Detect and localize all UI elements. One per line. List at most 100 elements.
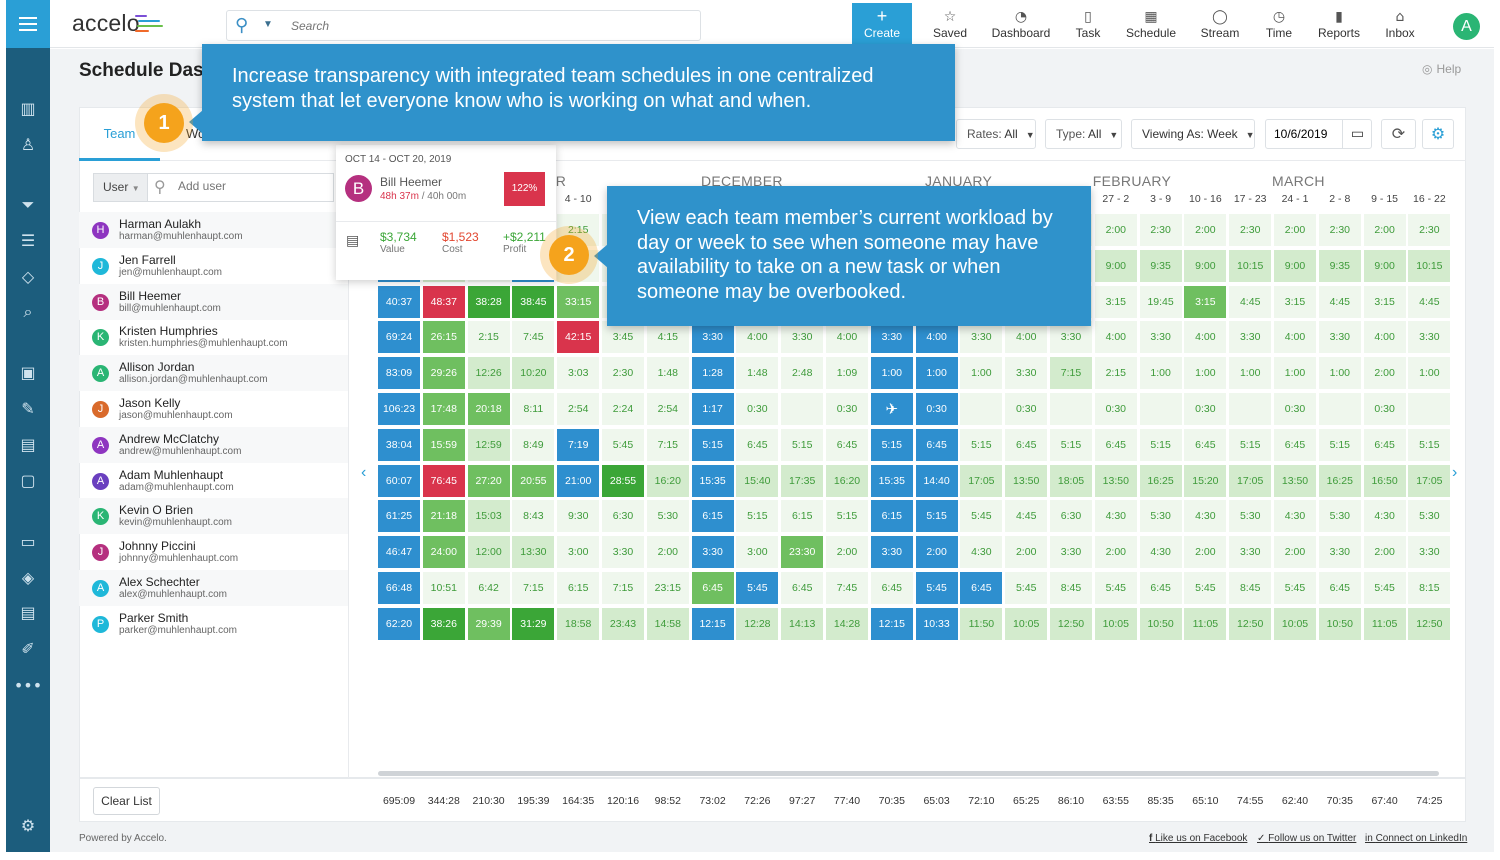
schedule-cell[interactable]: 2:00 (1184, 536, 1227, 569)
schedule-cell[interactable]: 0:30 (1184, 393, 1227, 425)
schedule-cell[interactable]: 3:30 (1229, 536, 1272, 569)
schedule-cell[interactable]: 10:05 (1274, 607, 1316, 640)
schedule-cell[interactable]: 6:45 (960, 572, 1003, 604)
schedule-cell[interactable]: 7:45 (826, 572, 868, 604)
schedule-cell[interactable]: 5:30 (1318, 500, 1361, 533)
nav-saved[interactable]: ☆ Saved (933, 8, 967, 40)
schedule-cell[interactable] (1050, 393, 1092, 425)
schedule-cell[interactable]: 5:15 (960, 428, 1003, 461)
schedule-cell[interactable]: 1:00 (870, 357, 913, 390)
schedule-cell[interactable]: 16:25 (1139, 464, 1182, 497)
schedule-cell[interactable]: 13:50 (1094, 464, 1137, 497)
schedule-cell[interactable]: 23:30 (781, 536, 824, 569)
schedule-cell[interactable]: 12:15 (870, 607, 913, 640)
schedule-cell[interactable]: 9:00 (1363, 249, 1406, 282)
schedule-cell[interactable]: 4:30 (960, 536, 1003, 569)
edit-icon[interactable]: ✐ (6, 636, 50, 660)
schedule-cell[interactable]: 1:09 (826, 357, 868, 390)
schedule-cell[interactable]: 1:00 (1184, 357, 1227, 390)
linkedin-link[interactable]: in Connect on LinkedIn (1365, 833, 1467, 844)
schedule-cell[interactable]: 6:45 (826, 428, 868, 461)
schedule-cell[interactable]: 2:00 (1094, 214, 1137, 246)
schedule-cell[interactable]: 10:05 (1094, 607, 1137, 640)
schedule-cell[interactable]: 29:26 (422, 357, 465, 390)
schedule-cell[interactable]: 2:48 (781, 357, 824, 390)
search-box[interactable]: ⚲ ▼ (226, 10, 701, 41)
schedule-cell[interactable]: 9:00 (1274, 249, 1316, 282)
user-row[interactable]: A Adam Muhlenhaupt adam@muhlenhaupt.com (79, 463, 348, 499)
refresh-button[interactable]: ⟳ (1381, 119, 1416, 149)
logo[interactable]: accelo (72, 10, 140, 37)
schedule-cell[interactable]: 6:45 (1363, 428, 1406, 461)
schedule-cell[interactable]: 0:30 (1363, 393, 1406, 425)
schedule-cell[interactable]: 3:30 (1050, 536, 1092, 569)
schedule-cell[interactable]: 9:35 (1139, 249, 1182, 282)
schedule-cell[interactable]: 4:45 (1229, 285, 1272, 318)
schedule-cell[interactable]: 2:15 (1094, 357, 1137, 390)
schedule-cell[interactable]: 4:00 (915, 321, 958, 354)
schedule-cell[interactable]: 12:28 (736, 607, 779, 640)
schedule-cell[interactable]: 2:00 (1274, 536, 1316, 569)
schedule-cell[interactable]: 8:45 (1229, 572, 1272, 604)
horizontal-scrollbar[interactable] (378, 771, 1439, 776)
schedule-cell[interactable]: 15:20 (1184, 464, 1227, 497)
schedule-cell[interactable]: 8:11 (512, 393, 555, 425)
nav-time[interactable]: ◷ Time (1266, 8, 1292, 40)
schedule-cell[interactable]: 14:28 (826, 607, 868, 640)
schedule-cell[interactable]: 28:55 (602, 464, 644, 497)
schedule-cell[interactable]: 10:50 (1139, 607, 1182, 640)
schedule-cell[interactable]: ✈ (870, 393, 913, 425)
schedule-cell[interactable]: 13:30 (512, 536, 555, 569)
schedule-cell[interactable]: 4:00 (1184, 321, 1227, 354)
schedule-cell[interactable]: 6:15 (781, 500, 824, 533)
schedule-cell[interactable]: 1:00 (1139, 357, 1182, 390)
user-row[interactable]: B Bill Heemer bill@muhlenhaupt.com (79, 283, 348, 320)
box-icon[interactable]: ◈ (6, 565, 50, 589)
create-button[interactable]: + Create (852, 3, 912, 45)
schedule-cell[interactable]: 6:42 (467, 572, 510, 604)
more-icon[interactable]: ••• (6, 673, 50, 697)
schedule-cell[interactable]: 20:18 (467, 393, 510, 425)
schedule-cell[interactable]: 19:45 (1139, 285, 1182, 318)
schedule-cell[interactable]: 6:45 (1318, 572, 1361, 604)
schedule-cell[interactable]: 6:45 (870, 572, 913, 604)
schedule-cell[interactable]: 1:48 (736, 357, 779, 390)
schedule-cell[interactable] (781, 393, 824, 425)
schedule-cell[interactable]: 3:30 (1408, 321, 1451, 354)
schedule-cell[interactable]: 2:15 (467, 321, 510, 354)
schedule-cell[interactable]: 4:00 (826, 321, 868, 354)
schedule-cell[interactable]: 5:45 (960, 500, 1003, 533)
schedule-cell[interactable]: 1:17 (691, 393, 734, 425)
schedule-cell[interactable]: 0:30 (915, 393, 958, 425)
user-row[interactable]: A Allison Jordan allison.jordan@muhlenhaup… (79, 355, 348, 392)
schedule-cell[interactable]: 2:00 (1363, 214, 1406, 246)
schedule-cell[interactable]: 2:30 (1318, 214, 1361, 246)
schedule-cell[interactable]: 15:03 (467, 500, 510, 533)
schedule-cell[interactable]: 16:20 (646, 464, 689, 497)
schedule-cell[interactable]: 4:00 (1274, 321, 1316, 354)
schedule-cell[interactable]: 3:30 (1139, 321, 1182, 354)
schedule-cell[interactable]: 42:15 (557, 321, 600, 354)
schedule-cell[interactable]: 11:05 (1184, 607, 1227, 640)
schedule-cell[interactable]: 5:45 (1274, 572, 1316, 604)
schedule-cell[interactable]: 38:28 (467, 285, 510, 318)
schedule-cell[interactable]: 48:37 (422, 285, 465, 318)
schedule-cell[interactable]: 2:00 (1363, 357, 1406, 390)
schedule-cell[interactable]: 23:15 (646, 572, 689, 604)
schedule-cell[interactable]: 14:13 (781, 607, 824, 640)
schedule-cell[interactable]: 0:30 (1274, 393, 1316, 425)
schedule-cell[interactable]: 8:15 (1408, 572, 1451, 604)
schedule-cell[interactable]: 69:24 (378, 321, 420, 354)
funnel-icon[interactable]: ⏷ (6, 193, 50, 217)
search-icon[interactable]: ⚲ (235, 15, 248, 36)
schedule-cell[interactable]: 1:00 (1318, 357, 1361, 390)
schedule-cell[interactable]: 23:43 (602, 607, 644, 640)
menu-button[interactable] (6, 0, 50, 48)
schedule-cell[interactable]: 15:35 (691, 464, 734, 497)
schedule-cell[interactable]: 6:45 (1094, 428, 1137, 461)
calendar-icon[interactable]: ▭ (1342, 120, 1372, 148)
schedule-cell[interactable]: 2:30 (602, 357, 644, 390)
invoice-icon[interactable]: ▤ (6, 432, 50, 456)
building-icon[interactable]: ▥ (6, 96, 50, 120)
schedule-cell[interactable] (1318, 393, 1361, 425)
